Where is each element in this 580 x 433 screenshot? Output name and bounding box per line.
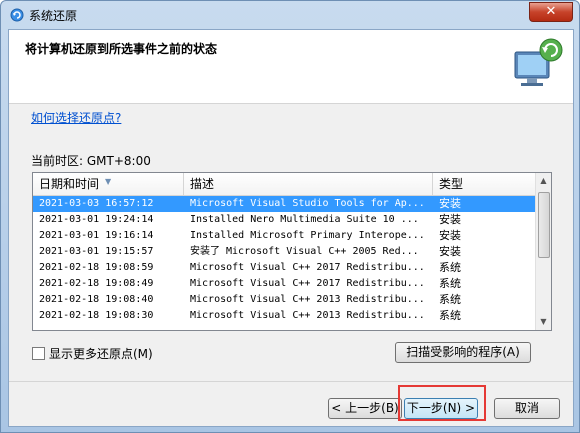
restore-points-table[interactable]: ▼ 日期和时间 描述 类型 2021-03-03 16:57:12 Microso… — [32, 172, 552, 331]
row-type-cell: 系统 — [439, 309, 461, 322]
computer-restore-icon — [514, 38, 563, 86]
how-to-choose-link[interactable]: 如何选择还原点? — [31, 109, 121, 126]
page-title: 将计算机还原到所选事件之前的状态 — [25, 42, 218, 56]
show-more-checkbox[interactable] — [32, 347, 45, 360]
table-row[interactable]: 2021-03-01 19:15:57 安装了 Microsoft Visual … — [33, 244, 536, 260]
row-desc-cell: Microsoft Visual C++ 2017 Redistribu... — [190, 278, 425, 289]
row-desc-cell: Installed Microsoft Primary Interope... — [190, 230, 425, 241]
footer-divider — [9, 381, 573, 382]
column-header-description[interactable]: 描述 — [184, 173, 433, 195]
system-restore-icon — [10, 8, 24, 22]
back-button[interactable]: < 上一步(B) — [328, 398, 402, 419]
sort-arrow-icon: ▼ — [105, 177, 112, 186]
window-title: 系统还原 — [29, 9, 78, 23]
row-date-cell: 2021-02-18 19:08:49 — [39, 278, 154, 289]
wizard-header: 将计算机还原到所选事件之前的状态 — [9, 30, 573, 104]
scroll-thumb[interactable] — [538, 192, 550, 258]
row-desc-cell: Microsoft Visual C++ 2017 Redistribu... — [190, 262, 425, 273]
table-row[interactable]: 2021-02-18 19:08:30 Microsoft Visual C++ … — [33, 308, 536, 324]
row-desc-cell: Microsoft Visual C++ 2013 Redistribu... — [190, 310, 425, 321]
table-row[interactable]: 2021-03-01 19:24:14 Installed Nero Multim… — [33, 212, 536, 228]
row-desc-cell: Installed Nero Multimedia Suite 10 ... — [190, 214, 419, 225]
table-row[interactable]: 2021-02-18 19:08:40 Microsoft Visual C++ … — [33, 292, 536, 308]
row-desc-cell: Microsoft Visual Studio Tools for Ap... — [190, 198, 425, 209]
close-button[interactable]: ✕ — [529, 2, 573, 22]
column-header-type[interactable]: 类型 — [433, 173, 536, 195]
table-row[interactable]: 2021-03-03 16:57:12 Microsoft Visual Stud… — [33, 196, 536, 212]
column-type-label: 类型 — [439, 177, 464, 191]
scroll-up-icon[interactable]: ▲ — [536, 173, 551, 189]
row-type-cell: 系统 — [439, 261, 461, 274]
row-date-cell: 2021-03-01 19:15:57 — [39, 246, 154, 257]
row-type-cell: 安装 — [439, 213, 461, 226]
row-type-cell: 系统 — [439, 277, 461, 290]
timezone-label: 当前时区: GMT+8:00 — [31, 154, 151, 168]
show-more-restore-points[interactable]: 显示更多还原点(M) — [32, 345, 153, 362]
column-header-date[interactable]: ▼ 日期和时间 — [33, 173, 184, 195]
row-date-cell: 2021-03-01 19:24:14 — [39, 214, 154, 225]
row-date-cell: 2021-02-18 19:08:59 — [39, 262, 154, 273]
system-restore-window: 系统还原 ✕ 将计算机还原到所选事件之前的状态 如何选择还原点? 当前时区: G… — [0, 0, 580, 433]
next-button-highlight — [398, 385, 486, 421]
column-date-label: 日期和时间 — [39, 177, 100, 191]
column-description-label: 描述 — [190, 177, 215, 191]
wizard-body: 将计算机还原到所选事件之前的状态 如何选择还原点? 当前时区: GMT+8:00… — [8, 29, 574, 427]
row-desc-cell: Microsoft Visual C++ 2013 Redistribu... — [190, 294, 425, 305]
row-type-cell: 安装 — [439, 197, 461, 210]
row-date-cell: 2021-03-01 19:16:14 — [39, 230, 154, 241]
table-row[interactable]: 2021-03-01 19:16:14 Installed Microsoft P… — [33, 228, 536, 244]
row-desc-cell: 安装了 Microsoft Visual C++ 2005 Red... — [190, 246, 419, 257]
vertical-scrollbar[interactable]: ▲ ▼ — [535, 173, 551, 330]
title-bar: 系统还原 ✕ — [1, 1, 579, 29]
table-body: 2021-03-03 16:57:12 Microsoft Visual Stud… — [33, 196, 536, 324]
table-header: ▼ 日期和时间 描述 类型 — [33, 173, 536, 196]
row-type-cell: 安装 — [439, 245, 461, 258]
table-row[interactable]: 2021-02-18 19:08:49 Microsoft Visual C++ … — [33, 276, 536, 292]
row-type-cell: 系统 — [439, 293, 461, 306]
scan-affected-programs-button[interactable]: 扫描受影响的程序(A) — [395, 342, 531, 363]
cancel-button[interactable]: 取消 — [494, 398, 560, 419]
row-date-cell: 2021-02-18 19:08:40 — [39, 294, 154, 305]
scroll-down-icon[interactable]: ▼ — [536, 314, 551, 330]
show-more-label: 显示更多还原点(M) — [49, 347, 153, 361]
row-date-cell: 2021-03-03 16:57:12 — [39, 198, 154, 209]
row-date-cell: 2021-02-18 19:08:30 — [39, 310, 154, 321]
row-type-cell: 安装 — [439, 229, 461, 242]
table-row[interactable]: 2021-02-18 19:08:59 Microsoft Visual C++ … — [33, 260, 536, 276]
